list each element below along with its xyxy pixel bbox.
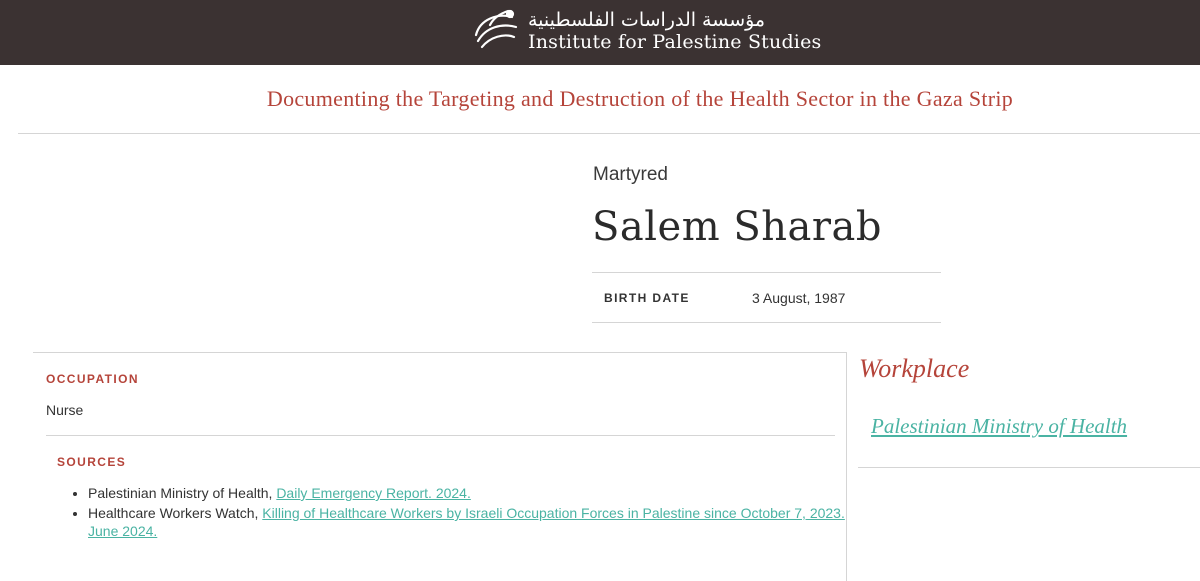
occupation-label: OCCUPATION: [46, 372, 139, 386]
person-name: Salem Sharab: [592, 204, 882, 250]
divider: [592, 272, 941, 273]
workplace-link[interactable]: Palestinian Ministry of Health: [871, 414, 1127, 439]
logo-english-text: Institute for Palestine Studies: [528, 31, 822, 53]
page-title: Documenting the Targeting and Destructio…: [266, 86, 1014, 111]
sources-label: SOURCES: [57, 455, 127, 469]
birth-date-label: BIRTH DATE: [604, 291, 690, 305]
site-header: مؤسسة الدراسات الفلسطينية Institute for …: [0, 0, 1200, 65]
source-author: Palestinian Ministry of Health,: [88, 485, 277, 501]
source-item: Healthcare Workers Watch, Killing of Hea…: [88, 504, 848, 540]
divider: [858, 467, 1200, 468]
divider: [33, 352, 846, 353]
source-item: Palestinian Ministry of Health, Daily Em…: [88, 484, 848, 502]
workplace-heading: Workplace: [859, 354, 970, 383]
person-status: Martyred: [593, 164, 668, 185]
logo-arabic-text: مؤسسة الدراسات الفلسطينية: [528, 9, 766, 31]
occupation-value: Nurse: [46, 402, 84, 418]
site-logo[interactable]: مؤسسة الدراسات الفلسطينية Institute for …: [470, 5, 830, 55]
sources-list: Palestinian Ministry of Health, Daily Em…: [70, 484, 848, 542]
source-author: Healthcare Workers Watch,: [88, 505, 263, 521]
divider: [18, 133, 1200, 134]
birth-date-value: 3 August, 1987: [752, 290, 846, 306]
source-link[interactable]: Daily Emergency Report. 2024.: [276, 485, 471, 501]
bird-logo-icon: [474, 9, 518, 49]
divider: [46, 435, 835, 436]
divider: [592, 322, 941, 323]
column-divider: [846, 352, 847, 581]
